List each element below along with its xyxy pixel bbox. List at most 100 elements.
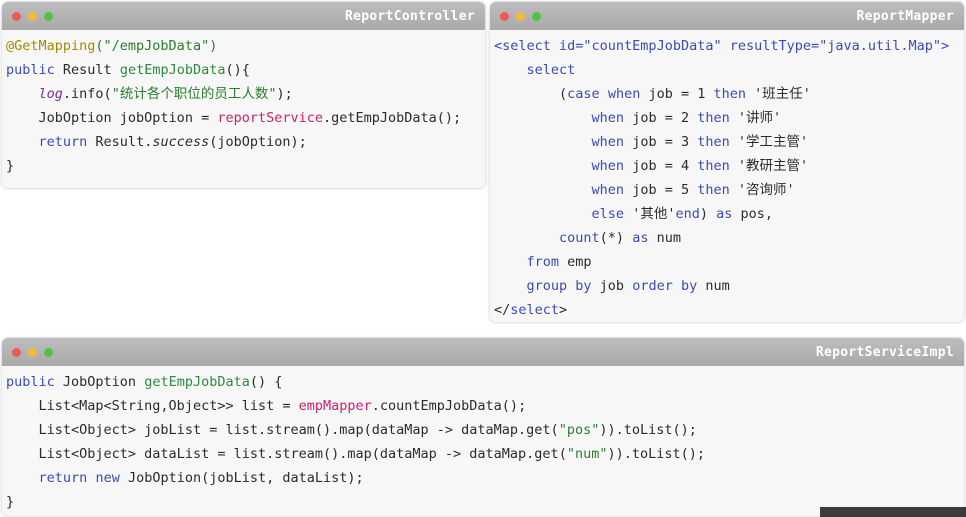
code-line: return new JobOption(jobList, dataList); [6, 466, 964, 490]
window-controls [500, 12, 548, 21]
code-line: log.info("统计各个职位的员工人数"); [6, 82, 485, 106]
xml-tag: </ [494, 302, 511, 318]
keyword: then [697, 110, 730, 126]
code-text: job = [640, 86, 698, 102]
keyword: case [567, 86, 600, 102]
code-line: group by job order by num [494, 274, 964, 298]
string-literal: "统计各个职位的员工人数" [111, 86, 277, 102]
close-dot-icon[interactable] [12, 348, 21, 357]
string-literal: "num" [566, 446, 608, 462]
close-dot-icon[interactable] [12, 12, 21, 21]
window-title: ReportController [344, 9, 475, 24]
code-line: <select id="countEmpJobData" resultType=… [494, 34, 964, 58]
code-line: else '其他'end) as pos, [494, 202, 964, 226]
code-line: return Result.success(jobOption); [6, 130, 485, 154]
case-number: 2 [680, 110, 690, 126]
case-label: '咨询师' [729, 182, 795, 198]
string-literal: "pos" [558, 422, 600, 438]
case-label: '班主任' [746, 86, 811, 102]
code-text: job = [624, 134, 681, 150]
code-text: (jobOption); [209, 134, 307, 150]
code-text: List<Object> jobList = list.stream().map… [38, 422, 559, 438]
xml-tag: > [941, 38, 950, 54]
minimize-dot-icon[interactable] [28, 348, 37, 357]
code-text: job [591, 278, 633, 294]
close-dot-icon[interactable] [500, 12, 509, 21]
keyword: group by [526, 278, 592, 294]
titlebar: ReportServiceImpl [2, 338, 964, 366]
minimize-dot-icon[interactable] [28, 12, 37, 21]
code-text: ) [699, 206, 717, 222]
keyword: public [6, 62, 55, 78]
case-label: '讲师' [729, 110, 782, 126]
code-text: (){ [225, 62, 250, 78]
code-text: List<Object> dataList = list.stream().ma… [38, 446, 567, 462]
keyword: then [713, 86, 747, 102]
code-text: (*) [599, 230, 633, 246]
keyword: select [526, 62, 576, 78]
code-line: List<Object> dataList = list.stream().ma… [6, 442, 964, 466]
code-text: pos, [732, 206, 774, 222]
code-line: List<Object> jobList = list.stream().map… [6, 418, 964, 442]
code-text: job = [624, 182, 681, 198]
code-line: List<Map<String,Object>> list = empMappe… [6, 394, 964, 418]
code-line: when job = 4 then '教研主管' [494, 154, 964, 178]
code-line: when job = 3 then '学工主管' [494, 130, 964, 154]
xml-attributes: id="countEmpJobData" resultType="java.ut… [559, 38, 942, 54]
variable: log [38, 86, 63, 102]
type-name: JobOption [54, 374, 145, 390]
code-line: when job = 2 then '讲师' [494, 106, 964, 130]
xml-tag: <select [494, 38, 560, 54]
method-name: getEmpJobData [119, 62, 226, 78]
code-text: } [6, 158, 15, 174]
keyword: then [697, 134, 730, 150]
keyword: then [697, 158, 730, 174]
code-text: } [6, 494, 15, 510]
case-label: '教研主管' [729, 158, 809, 174]
maximize-dot-icon[interactable] [44, 12, 53, 21]
keyword: end [675, 206, 700, 222]
keyword: order by [632, 278, 698, 294]
maximize-dot-icon[interactable] [44, 348, 53, 357]
code-text: )).toList(); [607, 446, 706, 462]
keyword: new [95, 470, 120, 486]
code-line: </select> [494, 298, 964, 322]
titlebar: ReportMapper [490, 2, 964, 30]
window-controls [12, 12, 60, 21]
keyword: as [632, 230, 649, 246]
keyword: when [607, 86, 641, 102]
code-line: JobOption jobOption = reportService.getE… [6, 106, 485, 130]
code-text: .countEmpJobData(); [371, 398, 527, 414]
keyword: as [716, 206, 733, 222]
case-label: '学工主管' [729, 134, 809, 150]
code-line: } [6, 154, 485, 178]
titlebar: ReportController [2, 2, 485, 30]
overlay-bar [820, 507, 966, 517]
keyword: when [591, 158, 625, 174]
keyword: return [38, 134, 88, 150]
code-text: job = [624, 158, 681, 174]
code-line: public JobOption getEmpJobData() { [6, 370, 964, 394]
code-text: JobOption jobOption = [38, 110, 218, 126]
code-line: count(*) as num [494, 226, 964, 250]
report-mapper-window: ReportMapper <select id="countEmpJobData… [490, 2, 964, 322]
maximize-dot-icon[interactable] [532, 12, 541, 21]
field-name: empMapper [298, 398, 372, 414]
minimize-dot-icon[interactable] [516, 12, 525, 21]
code-text: emp [559, 254, 592, 270]
method-name: getEmpJobData [144, 374, 250, 390]
code-line: public Result getEmpJobData(){ [6, 58, 485, 82]
code-line: when job = 5 then '咨询师' [494, 178, 964, 202]
code-text: ); [276, 86, 293, 102]
code-text: JobOption(jobList, dataList); [119, 470, 364, 486]
keyword: when [591, 110, 625, 126]
window-title: ReportServiceImpl [815, 345, 954, 360]
report-controller-window: ReportController @GetMapping("/empJobDat… [2, 2, 485, 188]
code-text: Result. [87, 134, 153, 150]
case-label: '其他' [624, 206, 676, 222]
keyword: when [591, 134, 625, 150]
code-line: select [494, 58, 964, 82]
xml-tag: > [559, 302, 568, 318]
code-text: job = [624, 110, 681, 126]
type-name: Result [54, 62, 120, 78]
